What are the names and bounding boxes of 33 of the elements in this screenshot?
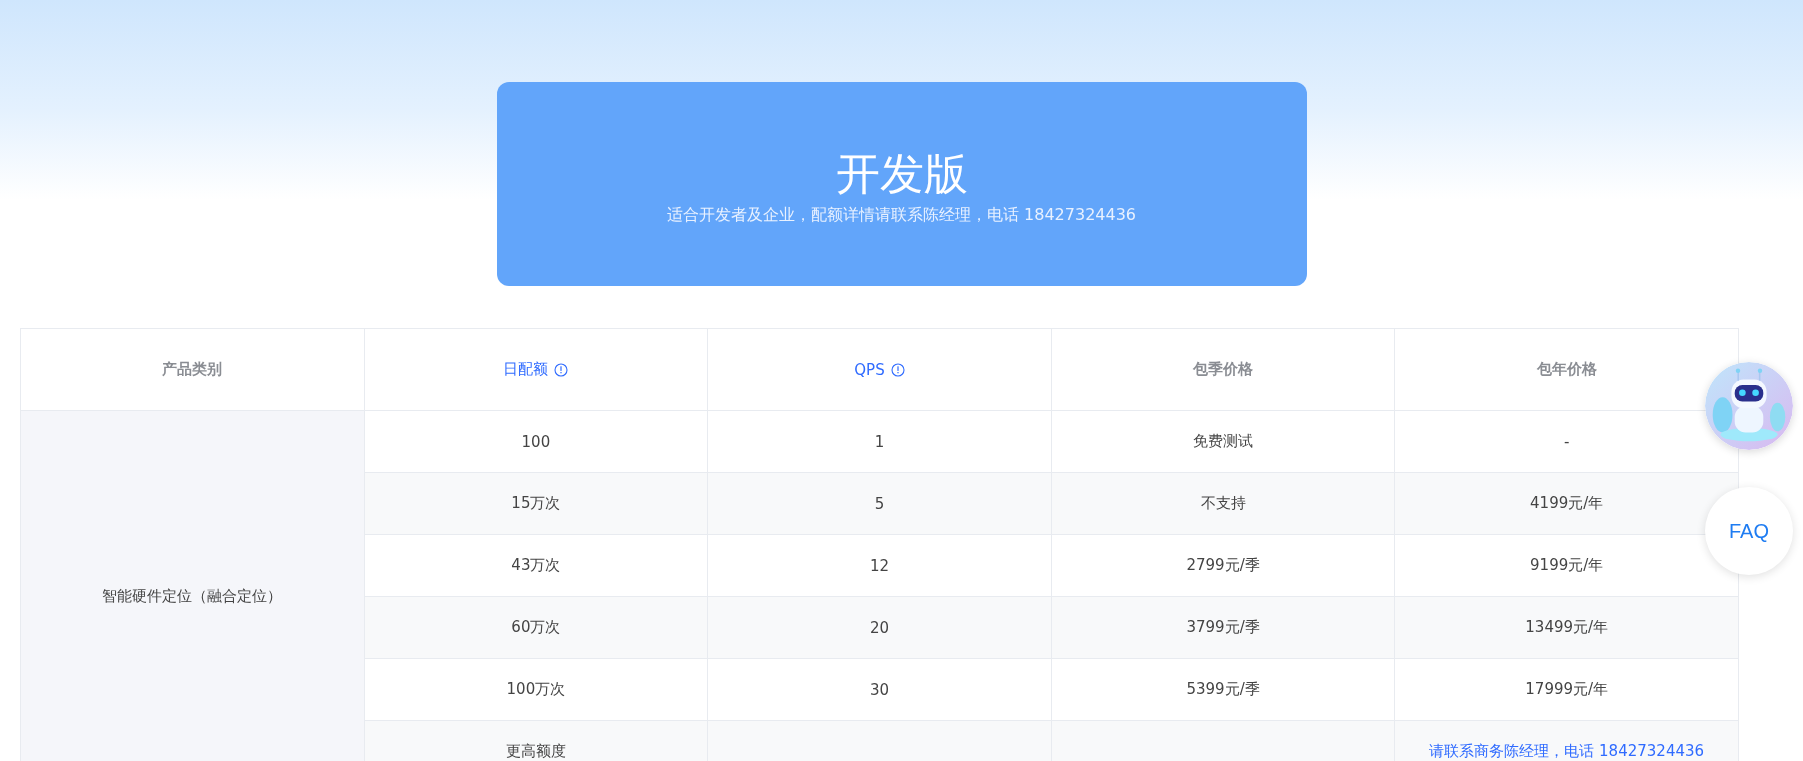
table-cell: 13499元/年	[1525, 618, 1609, 636]
table-cell: 9199元/年	[1530, 556, 1604, 574]
table-cell: 5399元/季	[1186, 680, 1260, 698]
table-cell: -	[1563, 432, 1570, 451]
table-cell: 12	[869, 556, 890, 575]
table-cell: 100	[521, 432, 551, 451]
table-cell: 15万次	[511, 494, 561, 512]
column-header: 日配额	[503, 360, 549, 379]
assistant-button[interactable]	[1705, 362, 1793, 450]
plan-description: 适合开发者及企业，配额详情请联系陈经理，电话 18427324436	[666, 204, 1137, 226]
column-header: 包年价格	[1536, 360, 1597, 378]
table-cell: 5	[874, 494, 885, 513]
table-cell: 更高额度	[505, 742, 566, 760]
table-cell: 60万次	[511, 618, 561, 636]
info-icon[interactable]	[554, 362, 569, 377]
table-cell: 2799元/季	[1186, 556, 1260, 574]
info-icon[interactable]	[890, 362, 905, 377]
table-cell: 100万次	[506, 680, 566, 698]
category-cell: 智能硬件定位（融合定位）	[102, 587, 283, 605]
table-cell: 20	[869, 618, 890, 637]
table-cell: 43万次	[511, 556, 561, 574]
table-cell: 17999元/年	[1525, 680, 1609, 698]
table-cell: 不支持	[1200, 494, 1246, 512]
faq-button[interactable]: FAQ	[1705, 487, 1793, 575]
column-header: 产品类别	[162, 360, 223, 378]
plan-title: 开发版	[835, 147, 968, 201]
table-cell: 3799元/季	[1186, 618, 1260, 636]
table-cell: 30	[869, 680, 890, 699]
table-cell: 4199元/年	[1530, 494, 1604, 512]
column-header: 包季价格	[1193, 360, 1254, 378]
table-cell: 免费测试	[1193, 432, 1254, 450]
table-cell: 1	[874, 432, 885, 451]
column-header: QPS	[854, 360, 885, 379]
